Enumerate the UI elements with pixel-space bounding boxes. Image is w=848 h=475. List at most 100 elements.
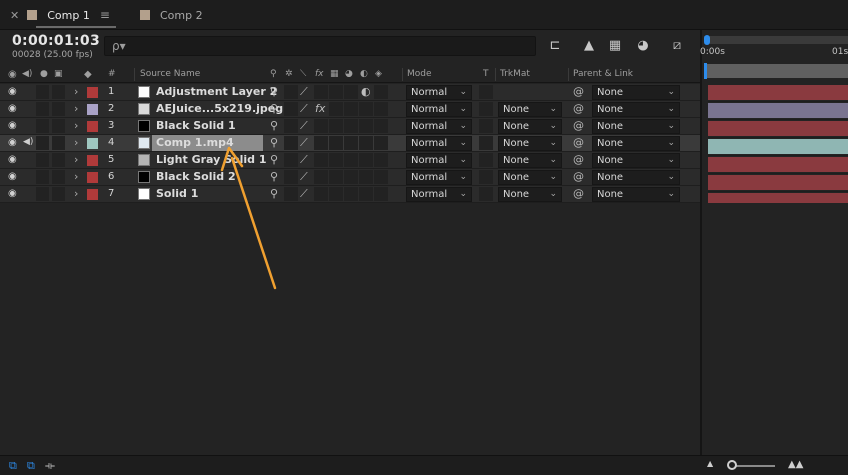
shy-switch-icon[interactable]: ⚲ — [270, 170, 278, 186]
quality-switch-icon[interactable]: ⟋ — [300, 136, 308, 152]
pickwhip-icon[interactable]: @ — [573, 102, 584, 118]
3d-layer-switch[interactable] — [374, 85, 388, 99]
lock-toggle[interactable] — [52, 170, 65, 184]
time-navigator-bar[interactable] — [704, 36, 848, 44]
preserve-transparency-toggle[interactable] — [479, 136, 493, 150]
audio-column-icon[interactable]: ◀) — [22, 69, 32, 79]
video-column-eye-icon[interactable]: ◉ — [8, 69, 17, 80]
layer-label-color[interactable] — [87, 87, 98, 98]
parent-dropdown[interactable]: None ⌄ — [592, 119, 680, 134]
layer-label-color[interactable] — [87, 155, 98, 166]
layer-row[interactable]: ◉ › 6 Black Solid 2 ⚲ ⟋ Normal ⌄ None ⌄ @ … — [0, 169, 700, 186]
3d-layer-switch[interactable] — [374, 136, 388, 150]
effects-switch-icon[interactable]: fx — [315, 102, 325, 118]
current-time-display[interactable]: 0:00:01:03 — [12, 33, 100, 49]
shy-switch-icon[interactable]: ⚲ — [270, 69, 277, 79]
blend-mode-dropdown[interactable]: Normal ⌄ — [406, 153, 472, 168]
pickwhip-icon[interactable]: @ — [573, 119, 584, 135]
chevron-right-icon[interactable]: › — [74, 85, 78, 101]
lock-toggle[interactable] — [52, 85, 65, 99]
track-matte-dropdown[interactable]: None ⌄ — [498, 102, 562, 117]
layer-row[interactable]: ◉ › 3 Black Solid 1 ⚲ ⟋ Normal ⌄ None ⌄ @ … — [0, 118, 700, 135]
solo-toggle[interactable] — [36, 102, 49, 116]
shy-switch-icon[interactable]: ⚲ — [270, 119, 278, 135]
lock-toggle[interactable] — [52, 119, 65, 133]
layer-label-color[interactable] — [87, 172, 98, 183]
current-time-indicator[interactable] — [704, 63, 707, 79]
parent-dropdown[interactable]: None ⌄ — [592, 187, 680, 202]
layer-row[interactable]: ◉ › 1 Adjustment Layer 2 ⚲ ⟋ ◐ Normal ⌄ @… — [0, 84, 700, 101]
layer-name[interactable]: Black Solid 1 — [156, 119, 236, 135]
preserve-transparency-toggle[interactable] — [479, 85, 493, 99]
tab-comp-1[interactable]: ✕ Comp 1 ≡ — [10, 0, 116, 30]
parent-dropdown[interactable]: None ⌄ — [592, 136, 680, 151]
3d-layer-switch[interactable] — [374, 187, 388, 201]
layer-name[interactable]: Black Solid 2 — [156, 170, 236, 186]
layer-duration-bar[interactable] — [708, 103, 848, 118]
hamburger-menu-icon[interactable]: ≡ — [100, 8, 110, 22]
motion-blur-switch[interactable] — [344, 187, 358, 201]
tab-comp-2[interactable]: Comp 2 — [140, 0, 203, 30]
eye-icon[interactable]: ◉ — [8, 171, 17, 187]
adjustment-switch[interactable] — [359, 102, 373, 116]
effects-switch[interactable] — [314, 119, 328, 133]
adjustment-switch-icon[interactable]: ◐ — [360, 69, 368, 79]
speaker-icon[interactable]: ◀) — [23, 137, 33, 153]
3d-layer-switch-icon[interactable]: ◈ — [375, 69, 382, 79]
preserve-transparency-toggle[interactable] — [479, 153, 493, 167]
time-navigator-start-handle[interactable] — [704, 35, 710, 45]
track-matte-dropdown[interactable]: None ⌄ — [498, 170, 562, 185]
layer-label-color[interactable] — [87, 138, 98, 149]
layer-row[interactable]: ◉ › 5 Light Gray Solid 1 ⚲ ⟋ Normal ⌄ Non… — [0, 152, 700, 169]
eye-icon[interactable]: ◉ — [8, 120, 17, 136]
chevron-right-icon[interactable]: › — [74, 102, 78, 118]
layer-name[interactable]: Solid 1 — [156, 187, 198, 203]
collapse-switch[interactable] — [284, 102, 298, 116]
collapse-switch[interactable] — [284, 85, 298, 99]
layer-duration-bar[interactable] — [708, 139, 848, 154]
motion-blur-icon[interactable]: ◕ — [634, 38, 652, 54]
3d-layer-switch[interactable] — [374, 119, 388, 133]
solo-toggle[interactable] — [36, 153, 49, 167]
shy-switch-icon[interactable]: ⚲ — [270, 85, 278, 101]
eye-icon[interactable]: ◉ — [8, 103, 17, 119]
frame-blend-switch[interactable] — [329, 153, 343, 167]
motion-blur-switch[interactable] — [344, 170, 358, 184]
collapse-switch[interactable] — [284, 153, 298, 167]
layer-name[interactable]: Comp 1.mp4 — [156, 136, 234, 152]
frame-blend-switch[interactable] — [329, 102, 343, 116]
solo-toggle[interactable] — [36, 187, 49, 201]
eye-icon[interactable]: ◉ — [8, 188, 17, 204]
frame-blend-switch[interactable] — [329, 85, 343, 99]
blend-mode-dropdown[interactable]: Normal ⌄ — [406, 170, 472, 185]
time-ruler[interactable]: 0:00s 01s — [700, 34, 848, 64]
quality-switch-icon[interactable]: ⟍ — [300, 69, 306, 79]
adjustment-switch[interactable] — [359, 153, 373, 167]
parent-dropdown[interactable]: None ⌄ — [592, 85, 680, 100]
pickwhip-icon[interactable]: @ — [573, 136, 584, 152]
solo-toggle[interactable] — [36, 136, 49, 150]
layer-switches-toggle-icon[interactable]: ⧉ — [9, 459, 17, 473]
collapse-switch[interactable] — [284, 187, 298, 201]
effects-switch[interactable] — [314, 187, 328, 201]
layer-duration-bar[interactable] — [708, 121, 848, 136]
lock-toggle[interactable] — [52, 187, 65, 201]
solo-toggle[interactable] — [36, 170, 49, 184]
label-column-icon[interactable]: ◆ — [84, 69, 92, 80]
motion-blur-switch[interactable] — [344, 153, 358, 167]
quality-switch-icon[interactable]: ⟋ — [300, 85, 308, 101]
adjustment-switch[interactable] — [359, 119, 373, 133]
layer-label-color[interactable] — [87, 121, 98, 132]
layer-row[interactable]: ◉ › 7 Solid 1 ⚲ ⟋ Normal ⌄ None ⌄ @ None ⌄ — [0, 186, 700, 203]
collapse-switch[interactable] — [284, 170, 298, 184]
3d-layer-switch[interactable] — [374, 170, 388, 184]
zoom-in-icon[interactable]: ▲▲ — [788, 459, 803, 470]
quality-switch-icon[interactable]: ⟋ — [300, 170, 308, 186]
solo-toggle[interactable] — [36, 119, 49, 133]
layer-label-color[interactable] — [87, 104, 98, 115]
layer-duration-bar[interactable] — [708, 157, 848, 172]
solo-column-icon[interactable]: ● — [40, 69, 48, 79]
blend-mode-dropdown[interactable]: Normal ⌄ — [406, 85, 472, 100]
motion-blur-switch[interactable] — [344, 85, 358, 99]
adjustment-switch[interactable] — [359, 136, 373, 150]
